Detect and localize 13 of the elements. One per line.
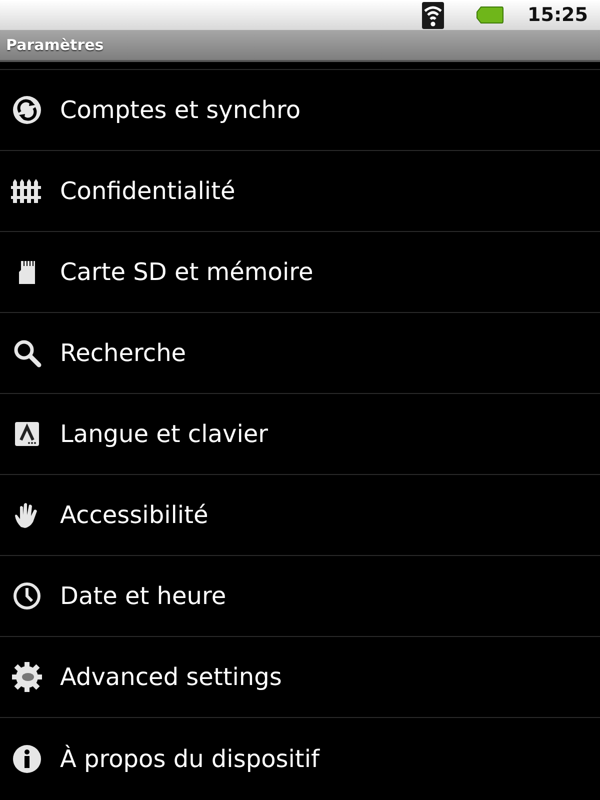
settings-item[interactable]: Accessibilité xyxy=(0,475,600,556)
settings-item[interactable]: Langue et clavier xyxy=(0,394,600,475)
settings-item[interactable]: Comptes et synchro xyxy=(0,70,600,151)
screen-title: Paramètres xyxy=(6,34,104,56)
settings-item[interactable]: Date et heure xyxy=(0,556,600,637)
settings-item[interactable]: Carte SD et mémoire xyxy=(0,232,600,313)
settings-item[interactable]: Confidentialité xyxy=(0,151,600,232)
settings-item[interactable]: Recherche xyxy=(0,313,600,394)
settings-item[interactable]: Advanced settings xyxy=(0,637,600,718)
wifi-icon xyxy=(422,2,444,28)
battery-icon xyxy=(476,6,504,24)
settings-item[interactable]: À propos du dispositif xyxy=(0,718,600,799)
clock-time: 15:25 xyxy=(528,2,588,28)
